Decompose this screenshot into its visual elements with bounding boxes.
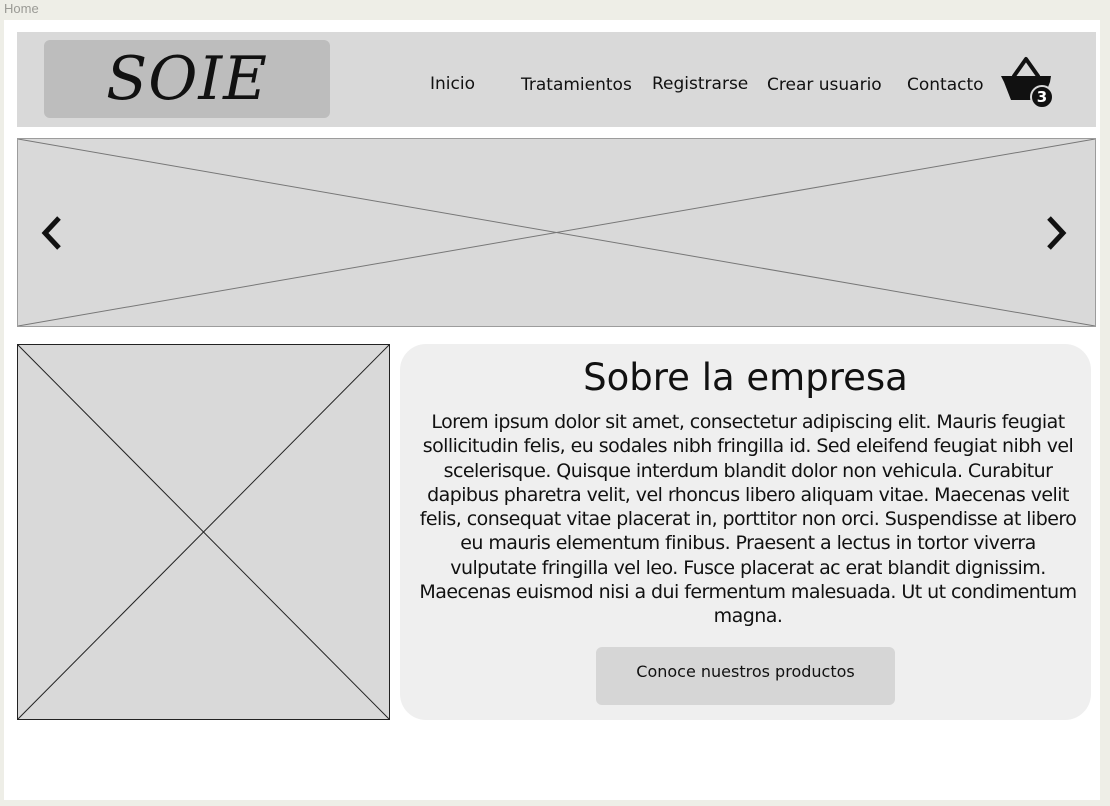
cart-count-badge: 3 — [1030, 85, 1054, 109]
nav-item-tratamientos[interactable]: Tratamientos — [521, 75, 632, 95]
image-placeholder-icon — [18, 345, 389, 719]
logo[interactable]: SOIE — [44, 40, 330, 118]
nav-item-contacto[interactable]: Contacto — [907, 75, 984, 95]
page-canvas: SOIE Inicio Tratamientos Registrarse Cre… — [4, 20, 1100, 800]
logo-text: SOIE — [106, 44, 268, 114]
products-button[interactable]: Conoce nuestros productos — [596, 647, 895, 705]
nav-item-crear-usuario[interactable]: Crear usuario — [767, 75, 882, 95]
hero-carousel — [17, 138, 1096, 327]
nav-item-inicio[interactable]: Inicio — [430, 74, 475, 94]
carousel-next-button[interactable] — [1040, 213, 1070, 253]
about-body: Lorem ipsum dolor sit amet, consectetur … — [419, 411, 1077, 628]
nav-item-registrarse[interactable]: Registrarse — [652, 74, 748, 94]
frame-label: Home — [4, 1, 39, 16]
header: SOIE Inicio Tratamientos Registrarse Cre… — [17, 32, 1096, 127]
image-placeholder-icon — [18, 139, 1095, 326]
chevron-left-icon — [41, 216, 61, 250]
chevron-right-icon — [1047, 216, 1067, 250]
about-title: Sobre la empresa — [583, 356, 908, 399]
company-image — [17, 344, 390, 720]
cart-button[interactable]: 3 — [999, 54, 1059, 110]
about-card: Sobre la empresa Lorem ipsum dolor sit a… — [400, 344, 1091, 720]
carousel-prev-button[interactable] — [38, 213, 68, 253]
